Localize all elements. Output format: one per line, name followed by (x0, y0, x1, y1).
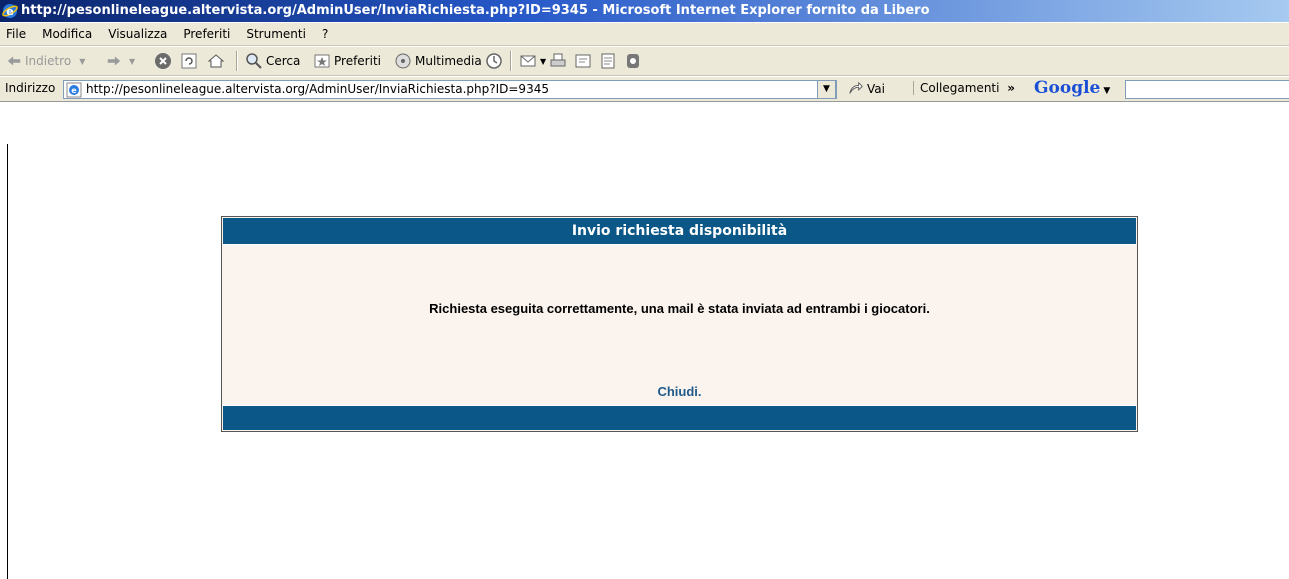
stop-button[interactable] (154, 47, 175, 75)
window-title-bar: e http://pesonlineleague.altervista.org/… (0, 0, 1289, 22)
links-label: Collegamenti (920, 81, 1000, 95)
menu-bar: File Modifica Visualizza Preferiti Strumenti… (0, 22, 1289, 46)
messenger-button[interactable] (624, 47, 645, 75)
links-button[interactable]: Collegamenti » (913, 81, 1015, 95)
refresh-button[interactable] (180, 47, 201, 75)
svg-text:e: e (6, 5, 13, 18)
google-dropdown-icon[interactable]: ▼ (1103, 86, 1110, 96)
history-icon (486, 53, 502, 69)
menu-strumenti[interactable]: Strumenti (238, 23, 314, 45)
close-link[interactable]: Chiudi. (222, 384, 1137, 399)
standard-toolbar: Indietro ▼ ▼ Cerca Preferiti Multimedia … (0, 46, 1289, 76)
print-button[interactable] (549, 47, 570, 75)
google-toolbar-button[interactable]: Google ▼ (1034, 78, 1110, 98)
menu-modifica[interactable]: Modifica (34, 23, 100, 45)
links-chevron-icon[interactable]: » (1007, 81, 1015, 95)
request-panel: Invio richiesta disponibilità Richiesta … (221, 216, 1138, 432)
edit-icon (575, 54, 591, 68)
favorites-label: Preferiti (334, 54, 381, 68)
discuss-button[interactable] (599, 47, 620, 75)
mail-icon (520, 55, 536, 67)
go-label: Vai (867, 82, 885, 96)
favorites-button[interactable]: Preferiti (313, 47, 381, 75)
back-arrow-icon (7, 56, 21, 66)
back-button[interactable]: Indietro ▼ (6, 47, 85, 75)
search-button[interactable]: Cerca (245, 47, 300, 75)
google-search-input[interactable] (1125, 80, 1289, 99)
forward-button[interactable]: ▼ (106, 47, 135, 75)
forward-arrow-icon (107, 56, 121, 66)
go-arrow-icon (849, 81, 863, 94)
menu-visualizza[interactable]: Visualizza (100, 23, 175, 45)
address-url: http://pesonlineleague.altervista.org/Ad… (86, 82, 549, 96)
panel-footer (223, 405, 1136, 430)
media-icon (395, 53, 411, 69)
media-button[interactable]: Multimedia (394, 47, 482, 75)
history-button[interactable] (485, 47, 506, 75)
go-button[interactable]: Vai (848, 81, 885, 97)
back-label: Indietro (25, 54, 72, 68)
favorites-icon (314, 54, 330, 68)
edit-button[interactable] (574, 47, 595, 75)
document-icon (601, 53, 615, 69)
address-label: Indirizzo (5, 81, 56, 95)
address-bar: Indirizzo e http://pesonlineleague.alter… (0, 76, 1289, 102)
stop-icon (155, 53, 171, 69)
svg-text:e: e (71, 86, 77, 95)
media-label: Multimedia (415, 54, 482, 68)
messenger-icon (627, 54, 639, 68)
menu-preferiti[interactable]: Preferiti (175, 23, 238, 45)
success-message: Richiesta eseguita correttamente, una ma… (429, 301, 930, 316)
address-dropdown-icon[interactable]: ▼ (817, 80, 836, 99)
home-icon (207, 54, 225, 68)
internet-explorer-icon: e (2, 4, 18, 18)
panel-header: Invio richiesta disponibilità (223, 218, 1136, 245)
mail-button[interactable]: ▼ (519, 47, 546, 75)
back-dropdown-icon[interactable]: ▼ (79, 57, 85, 66)
window-title: http://pesonlineleague.altervista.org/Ad… (21, 3, 930, 18)
mail-dropdown-icon[interactable]: ▼ (540, 57, 546, 66)
menu-file[interactable]: File (0, 23, 34, 45)
search-label: Cerca (266, 54, 301, 68)
print-icon (550, 53, 566, 67)
menu-help[interactable]: ? (314, 23, 336, 45)
home-button[interactable] (207, 47, 228, 75)
search-icon (246, 53, 262, 69)
refresh-icon (181, 53, 197, 69)
google-logo: Google (1034, 78, 1101, 98)
page-icon: e (66, 82, 82, 98)
page-left-border (7, 144, 8, 579)
forward-dropdown-icon[interactable]: ▼ (129, 57, 135, 66)
address-input[interactable]: e http://pesonlineleague.altervista.org/… (63, 80, 837, 99)
